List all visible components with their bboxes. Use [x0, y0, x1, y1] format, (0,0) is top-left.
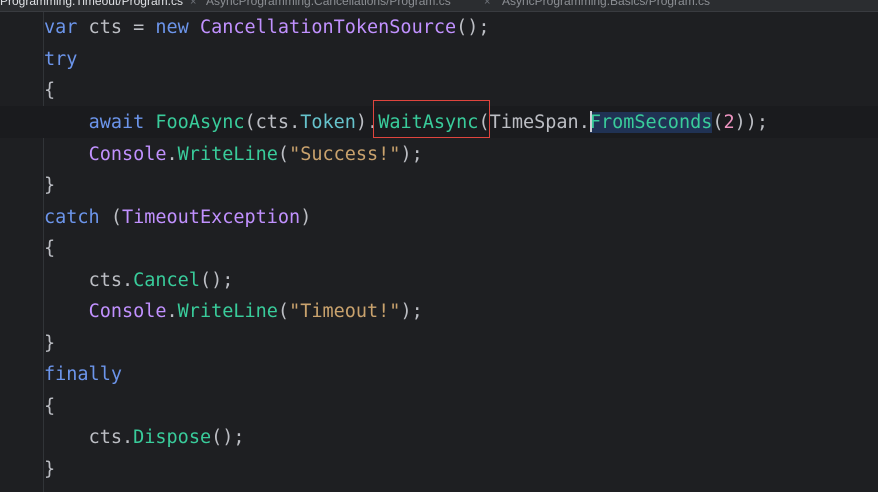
tab-basics-program[interactable]: AsyncProgramming.Basics/Program.cs	[502, 0, 710, 11]
method-name: WriteLine	[177, 301, 278, 322]
identifier: cts.	[88, 427, 134, 448]
punctuation: ();	[456, 17, 490, 38]
code-line: var cts = new CancellationTokenSource();	[44, 14, 490, 42]
line-gutter[interactable]	[0, 12, 40, 492]
keyword: finally	[44, 364, 122, 385]
brace: }	[44, 459, 56, 480]
method-name: WriteLine	[177, 144, 278, 165]
keyword: await	[88, 112, 145, 133]
identifier: cts.	[88, 270, 134, 291]
code-editor[interactable]: Programming.Timeout/Program.cs × AsyncPr…	[0, 0, 878, 492]
brace: {	[44, 80, 56, 101]
tab-close-icon[interactable]: ×	[484, 0, 490, 8]
editor-tab-bar: Programming.Timeout/Program.cs × AsyncPr…	[0, 0, 878, 12]
argument-highlight: FromSeconds	[589, 111, 713, 133]
code-line: cts.Cancel();	[88, 270, 234, 291]
method-name: WaitAsync	[378, 112, 479, 133]
method-name: F	[589, 112, 601, 133]
code-line: {	[44, 77, 55, 105]
method-name: Dispose	[133, 427, 212, 448]
keyword: var	[44, 17, 78, 38]
code-line: }	[44, 330, 55, 358]
property-name: Token	[300, 112, 356, 133]
code-line: }	[44, 456, 55, 484]
brace: }	[44, 175, 56, 196]
code-line: Console.WriteLine("Success!");	[88, 144, 423, 165]
brace: {	[44, 396, 56, 417]
code-line: try	[44, 46, 77, 74]
code-line: }	[44, 172, 55, 200]
method-name: romSeconds	[600, 112, 713, 133]
string-literal: "Timeout!"	[289, 301, 401, 322]
type-name: CancellationTokenSource	[199, 17, 457, 38]
code-line: cts.Dispose();	[88, 427, 245, 448]
keyword: new	[155, 17, 189, 38]
code-line-current: await FooAsync(cts.Token).WaitAsync(Time…	[88, 111, 769, 133]
brace: }	[44, 333, 56, 354]
keyword: catch	[44, 207, 100, 228]
type-name: Console	[88, 301, 167, 322]
brace: {	[44, 238, 56, 259]
string-literal: "Success!"	[289, 144, 401, 165]
code-line: Console.WriteLine("Timeout!");	[88, 301, 423, 322]
number-literal: 2	[723, 112, 735, 133]
keyword: try	[44, 49, 78, 70]
code-line: {	[44, 393, 55, 421]
code-line: {	[44, 235, 55, 263]
identifier: cts =	[77, 17, 156, 38]
tab-cancellations-program[interactable]: AsyncProgramming.Cancellations/Program.c…	[206, 0, 451, 11]
type-name: Console	[88, 144, 167, 165]
tab-close-icon[interactable]: ×	[190, 0, 196, 8]
code-line: catch (TimeoutException)	[44, 207, 312, 228]
code-line: finally	[44, 361, 122, 389]
method-name: Cancel	[133, 270, 200, 291]
type-name: TimeoutException	[121, 207, 301, 228]
method-name: FooAsync	[155, 112, 245, 133]
tab-timeout-program[interactable]: Programming.Timeout/Program.cs	[0, 0, 183, 11]
